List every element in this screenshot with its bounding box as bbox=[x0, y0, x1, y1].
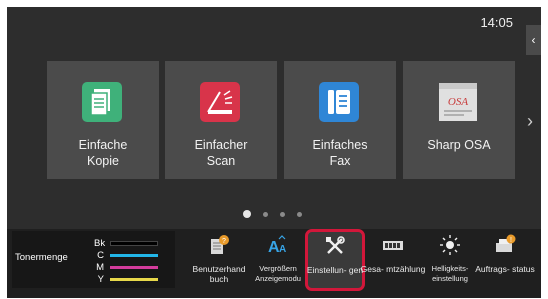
job-status-label: Auftrags- status bbox=[475, 264, 535, 274]
toner-bar-bk bbox=[110, 240, 158, 246]
scan-icon bbox=[197, 79, 243, 125]
svg-text:!: ! bbox=[510, 237, 512, 244]
settings-button[interactable]: Einstellun- gen bbox=[305, 229, 365, 291]
toner-code-bk: Bk bbox=[94, 237, 106, 249]
tile-sharp-osa[interactable]: OSA Sharp OSA bbox=[403, 61, 515, 179]
copy-icon bbox=[79, 79, 125, 125]
tile-einfache-kopie[interactable]: Einfache Kopie bbox=[47, 61, 159, 179]
sharp-osa-icon: OSA bbox=[435, 79, 481, 125]
page-dot[interactable] bbox=[263, 211, 268, 217]
user-manual-label: Benutzerhand buch bbox=[192, 264, 246, 284]
page-dot-active[interactable] bbox=[243, 210, 251, 218]
side-panel-tab[interactable]: ‹ bbox=[526, 25, 541, 55]
tile-label-line1: Einfaches bbox=[312, 138, 368, 152]
settings-label: Einstellun- gen bbox=[306, 265, 364, 275]
job-status-icon: ! bbox=[494, 234, 516, 256]
toner-code-m: M bbox=[96, 261, 104, 273]
chevron-right-icon[interactable]: › bbox=[527, 111, 533, 132]
toner-row-y: Y bbox=[94, 273, 158, 285]
page-indicator bbox=[243, 210, 302, 218]
toner-row-c: C bbox=[94, 249, 158, 261]
svg-text:?: ? bbox=[222, 238, 226, 245]
total-count-icon bbox=[382, 234, 404, 256]
tile-einfacher-scan[interactable]: Einfacher Scan bbox=[165, 61, 277, 179]
settings-tools-icon bbox=[324, 235, 346, 257]
total-count-button[interactable]: Gesa- mtzählung bbox=[361, 232, 425, 290]
enlarge-display-label: Vergrößern Anzeigemodu bbox=[255, 264, 301, 283]
user-manual-icon: ? bbox=[208, 234, 230, 256]
toner-label: Tonermenge bbox=[15, 252, 68, 263]
user-manual-button[interactable]: ? Benutzerhand buch bbox=[190, 232, 248, 290]
enlarge-display-icon: A A bbox=[267, 234, 289, 256]
svg-text:OSA: OSA bbox=[448, 96, 468, 108]
tile-label-line2: Scan bbox=[206, 154, 236, 168]
toner-code-y: Y bbox=[97, 273, 104, 285]
page-dot[interactable] bbox=[297, 211, 302, 217]
toner-bar-y bbox=[110, 277, 158, 281]
toner-level-indicator: Tonermenge Bk C M Y bbox=[12, 231, 175, 288]
toner-bar-m bbox=[110, 265, 158, 269]
brightness-button[interactable]: Helligkeits- einstellung bbox=[421, 232, 479, 290]
tile-label-line1: Einfacher bbox=[194, 138, 248, 152]
toner-row-bk: Bk bbox=[94, 237, 158, 249]
clock: 14:05 bbox=[480, 15, 513, 30]
toner-bar-c bbox=[110, 253, 158, 257]
toner-code-c: C bbox=[97, 249, 104, 261]
tile-label-line2: Kopie bbox=[87, 154, 119, 168]
tile-einfaches-fax[interactable]: Einfaches Fax bbox=[284, 61, 396, 179]
job-status-button[interactable]: ! Auftrags- status bbox=[475, 232, 535, 290]
brightness-icon bbox=[439, 234, 461, 256]
fax-icon bbox=[316, 79, 362, 125]
tile-label-line2: Fax bbox=[329, 154, 351, 168]
tile-label-line1: Sharp OSA bbox=[427, 138, 491, 152]
enlarge-display-button[interactable]: A A Vergrößern Anzeigemodu bbox=[249, 232, 307, 290]
tile-label-line1: Einfache bbox=[78, 138, 128, 152]
toner-row-m: M bbox=[94, 261, 158, 273]
svg-text:A: A bbox=[279, 244, 286, 255]
page-dot[interactable] bbox=[280, 211, 285, 217]
chevron-left-icon: ‹ bbox=[531, 33, 536, 47]
